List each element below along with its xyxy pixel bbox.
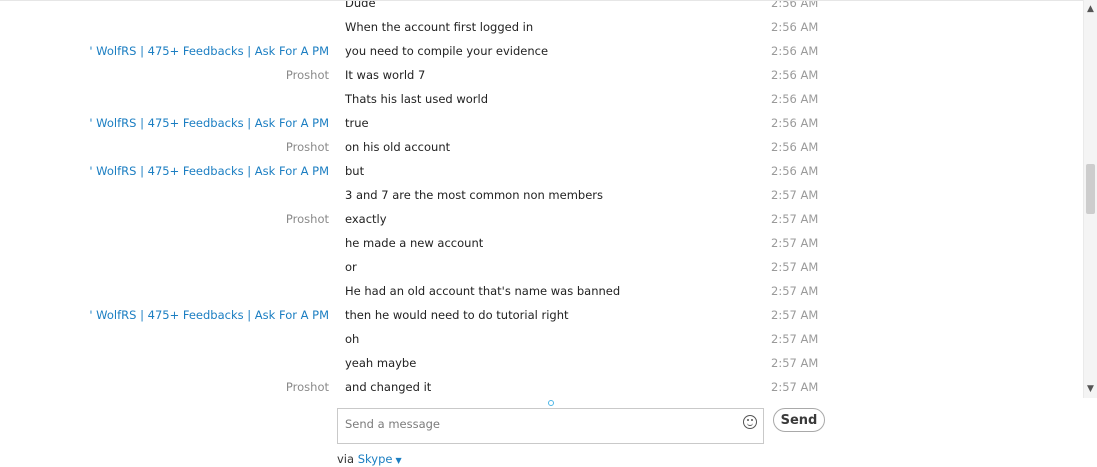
smiley-icon[interactable]: [743, 415, 757, 429]
message-timestamp: 2:57 AM: [771, 212, 819, 226]
message-timestamp: 2:57 AM: [771, 380, 819, 394]
via-service-selector: via Skype ▼: [337, 452, 402, 466]
message-timestamp: 2:57 AM: [771, 236, 819, 250]
message-timestamp: 2:57 AM: [771, 308, 819, 322]
message-sender[interactable]: ' WolfRS | 475+ Feedbacks | Ask For A PM: [89, 116, 329, 130]
message-timestamp: 2:57 AM: [771, 284, 819, 298]
message-timestamp: 2:56 AM: [771, 140, 819, 154]
message-composer[interactable]: [337, 408, 764, 444]
message-text: you need to compile your evidence: [345, 44, 549, 58]
chat-message-row: Thats his last used world 2:56 AM: [0, 87, 1083, 111]
chat-message-row: He had an old account that's name was ba…: [0, 279, 1083, 303]
message-text: or: [345, 260, 357, 274]
chat-message-row: When the account first logged in 2:56 AM: [0, 15, 1083, 39]
message-sender: Proshot: [285, 380, 329, 394]
message-input[interactable]: [345, 414, 735, 434]
message-timestamp: 2:56 AM: [771, 20, 819, 34]
chat-message-row: Proshot on his old account 2:56 AM: [0, 135, 1083, 159]
message-text: Dude: [345, 0, 376, 10]
typing-indicator-icon: [548, 400, 554, 406]
message-text: he made a new account: [345, 236, 484, 250]
message-timestamp: 2:57 AM: [771, 188, 819, 202]
message-timestamp: 2:56 AM: [771, 68, 819, 82]
message-timestamp: 2:57 AM: [771, 260, 819, 274]
chat-message-row: he made a new account 2:57 AM: [0, 231, 1083, 255]
message-text: He had an old account that's name was ba…: [345, 284, 621, 298]
message-text: 3 and 7 are the most common non members: [345, 188, 603, 202]
message-text: yeah maybe: [345, 356, 417, 370]
message-text: oh: [345, 332, 360, 346]
message-sender: Proshot: [285, 68, 329, 82]
message-text: When the account first logged in: [345, 20, 534, 34]
chat-message-row: ' WolfRS | 475+ Feedbacks | Ask For A PM…: [0, 159, 1083, 183]
scroll-up-arrow-icon[interactable]: ▲: [1084, 2, 1097, 16]
message-timestamp: 2:56 AM: [771, 44, 819, 58]
chat-message-row: or 2:57 AM: [0, 255, 1083, 279]
message-text: Thats his last used world: [345, 92, 489, 106]
message-text: exactly: [345, 212, 387, 226]
scroll-down-arrow-icon[interactable]: ▼: [1084, 382, 1097, 396]
message-sender: Proshot: [285, 140, 329, 154]
message-timestamp: 2:56 AM: [771, 164, 819, 178]
message-text: true: [345, 116, 369, 130]
message-text: then he would need to do tutorial right: [345, 308, 569, 322]
message-timestamp: 2:57 AM: [771, 356, 819, 370]
message-timestamp: 2:57 AM: [771, 332, 819, 346]
chat-message-row: oh 2:57 AM: [0, 327, 1083, 351]
chat-message-row: Proshot and changed it 2:57 AM: [0, 375, 1083, 399]
chat-message-row: ' WolfRS | 475+ Feedbacks | Ask For A PM…: [0, 39, 1083, 63]
chat-message-row: 3 and 7 are the most common non members 2…: [0, 183, 1083, 207]
chevron-down-icon[interactable]: ▼: [395, 456, 401, 465]
message-sender[interactable]: ' WolfRS | 475+ Feedbacks | Ask For A PM: [89, 164, 329, 178]
message-sender[interactable]: ' WolfRS | 475+ Feedbacks | Ask For A PM: [89, 308, 329, 322]
chat-message-row: Proshot It was world 7 2:56 AM: [0, 63, 1083, 87]
chat-message-row: Dude 2:56 AM: [0, 0, 1083, 15]
service-link[interactable]: Skype: [358, 452, 393, 466]
message-timestamp: 2:56 AM: [771, 0, 819, 10]
send-button[interactable]: Send: [773, 408, 825, 432]
chat-message-row: yeah maybe 2:57 AM: [0, 351, 1083, 375]
message-text: on his old account: [345, 140, 451, 154]
chat-message-row: Proshot exactly 2:57 AM: [0, 207, 1083, 231]
message-text: but: [345, 164, 365, 178]
scrollbar-thumb[interactable]: [1086, 164, 1095, 214]
message-timestamp: 2:56 AM: [771, 92, 819, 106]
chat-history[interactable]: Dude 2:56 AM When the account first logged…: [0, 0, 1083, 399]
chat-message-row: ' WolfRS | 475+ Feedbacks | Ask For A PM…: [0, 303, 1083, 327]
message-sender[interactable]: ' WolfRS | 475+ Feedbacks | Ask For A PM: [89, 44, 329, 58]
message-text: and changed it: [345, 380, 432, 394]
message-timestamp: 2:56 AM: [771, 116, 819, 130]
message-sender: Proshot: [285, 212, 329, 226]
message-text: It was world 7: [345, 68, 426, 82]
chat-message-row: ' WolfRS | 475+ Feedbacks | Ask For A PM…: [0, 111, 1083, 135]
via-label: via: [337, 452, 355, 466]
chat-scrollbar[interactable]: ▲ ▼: [1083, 0, 1097, 398]
